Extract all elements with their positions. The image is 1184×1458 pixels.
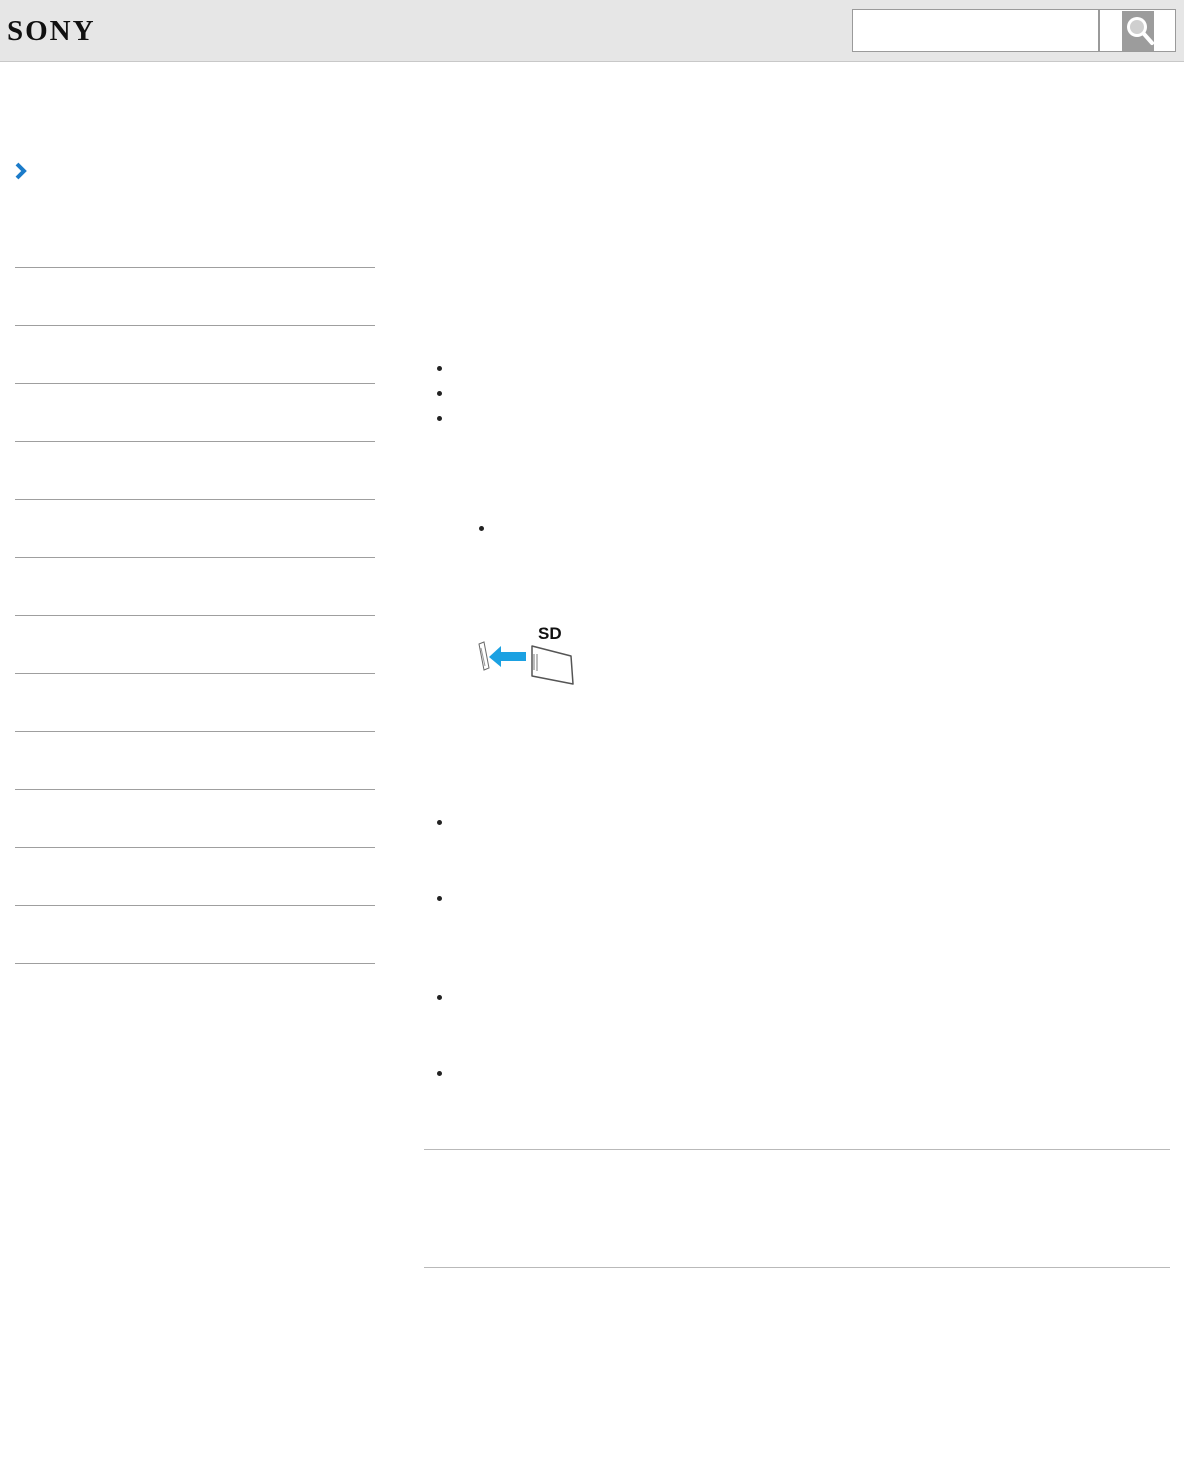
sidebar-item[interactable]	[15, 847, 375, 905]
header-bar: SONY	[0, 0, 1184, 62]
list-bullet	[437, 391, 442, 396]
sony-logo[interactable]: SONY	[7, 14, 96, 48]
sidebar-item[interactable]	[15, 673, 375, 731]
section-divider	[424, 1149, 1170, 1150]
search-input[interactable]	[852, 9, 1099, 52]
sidebar-item[interactable]	[15, 615, 375, 673]
search-icon	[1122, 11, 1154, 51]
list-bullet	[437, 995, 442, 1000]
list-bullet	[479, 526, 484, 531]
section-divider	[424, 1267, 1170, 1268]
list-bullet	[437, 820, 442, 825]
sd-label: SD	[538, 624, 562, 643]
sidebar-item[interactable]	[15, 441, 375, 499]
list-bullet	[437, 416, 442, 421]
sd-card-insert-illustration: SD	[478, 624, 574, 685]
sidebar-item[interactable]	[15, 325, 375, 383]
sidebar-item	[15, 963, 375, 964]
sidebar-item[interactable]	[15, 905, 375, 963]
sidebar-item[interactable]	[15, 499, 375, 557]
list-bullet	[437, 896, 442, 901]
list-bullet	[437, 1071, 442, 1076]
sidebar-item[interactable]	[15, 557, 375, 615]
sidebar-item[interactable]	[15, 731, 375, 789]
chevron-right-icon[interactable]	[13, 161, 29, 181]
search-button[interactable]	[1099, 9, 1176, 52]
sidebar-item[interactable]	[15, 789, 375, 847]
sidebar-nav	[15, 267, 375, 964]
list-bullet	[437, 366, 442, 371]
sidebar-item[interactable]	[15, 383, 375, 441]
sidebar-item[interactable]	[15, 267, 375, 325]
